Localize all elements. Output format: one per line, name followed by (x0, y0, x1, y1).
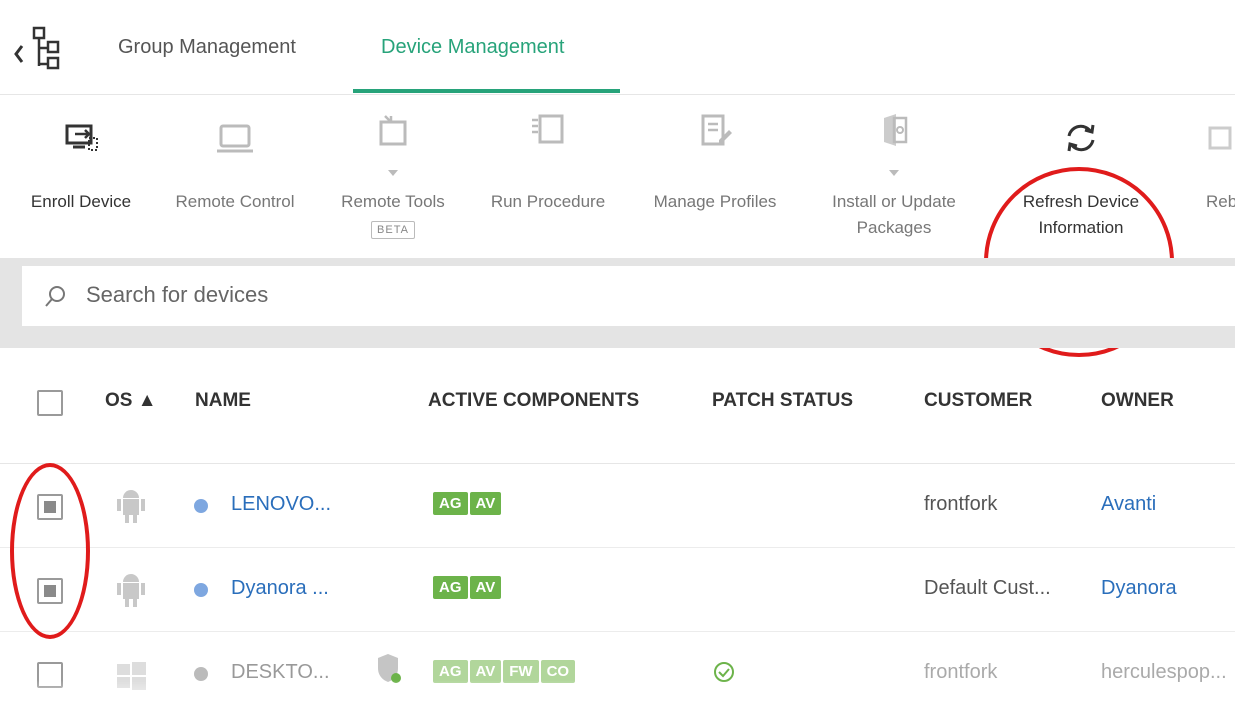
table-header: OS ▲ NAME ACTIVE COMPONENTS PATCH STATUS… (0, 348, 1235, 464)
column-os[interactable]: OS ▲ (105, 390, 157, 412)
android-icon (113, 570, 149, 610)
reboot-button[interactable]: Reb (1196, 96, 1235, 246)
column-customer[interactable]: CUSTOMER (924, 390, 1032, 412)
install-update-packages-button[interactable]: Install or Update Packages (812, 96, 976, 246)
search-placeholder: Search for devices (86, 282, 269, 307)
android-icon (113, 486, 149, 526)
beta-badge: BETA (371, 221, 415, 239)
column-name[interactable]: NAME (195, 390, 251, 412)
refresh-icon (1061, 118, 1101, 158)
device-name-link[interactable]: Dyanora ... (231, 577, 329, 600)
customer-cell: frontfork (924, 493, 998, 515)
status-dot (194, 667, 208, 681)
install-dropdown-icon (889, 170, 899, 176)
component-badge: AV (469, 492, 502, 515)
component-badge: AV (469, 576, 502, 599)
remote-tools-icon (373, 110, 413, 150)
search-band: Search for devices (0, 258, 1235, 348)
column-active-components[interactable]: ACTIVE COMPONENTS (428, 390, 639, 412)
column-patch-status[interactable]: PATCH STATUS (712, 390, 853, 412)
manage-profiles-icon (695, 110, 735, 150)
bottom-fade (0, 680, 1235, 712)
reboot-icon (1204, 118, 1235, 158)
run-procedure-button[interactable]: Run Procedure (478, 96, 618, 246)
back-tree-icon[interactable] (12, 24, 72, 74)
run-procedure-icon (528, 110, 568, 150)
owner-link[interactable]: Dyanora (1101, 577, 1177, 600)
monitor-icon (215, 118, 255, 158)
top-navigation: Group Management Device Management (0, 0, 1235, 95)
active-components: AG AV (433, 492, 503, 515)
highlight-oval (10, 463, 90, 639)
column-owner[interactable]: OWNER (1101, 390, 1174, 412)
component-badge: AG (433, 576, 468, 599)
owner-link[interactable]: Avanti (1101, 493, 1156, 516)
status-dot (194, 499, 208, 513)
device-name-link[interactable]: LENOVO... (231, 493, 331, 516)
customer-cell: Default Cust... (924, 577, 1051, 599)
select-all-checkbox[interactable] (37, 390, 63, 416)
enroll-device-button[interactable]: Enroll Device (14, 96, 148, 246)
package-icon (874, 110, 914, 150)
manage-profiles-button[interactable]: Manage Profiles (636, 96, 794, 246)
tab-device-management[interactable]: Device Management (381, 36, 564, 59)
search-icon (44, 284, 68, 308)
remote-control-button[interactable]: Remote Control (160, 96, 310, 246)
active-components: AG AV (433, 576, 503, 599)
table-row[interactable]: Dyanora ... AG AV Default Cust... Dyanora (0, 548, 1235, 632)
remote-tools-button[interactable]: Remote Tools BETA (328, 96, 458, 246)
remote-tools-dropdown-icon (388, 170, 398, 176)
component-badge: AG (433, 492, 468, 515)
status-dot (194, 583, 208, 597)
tab-group-management[interactable]: Group Management (118, 36, 296, 59)
enroll-device-icon (61, 118, 101, 158)
table-row[interactable]: LENOVO... AG AV frontfork Avanti (0, 464, 1235, 548)
active-tab-indicator (353, 89, 620, 93)
device-toolbar: Enroll Device Remote Control Remote Tool… (0, 96, 1235, 357)
search-input[interactable]: Search for devices (22, 266, 1235, 326)
